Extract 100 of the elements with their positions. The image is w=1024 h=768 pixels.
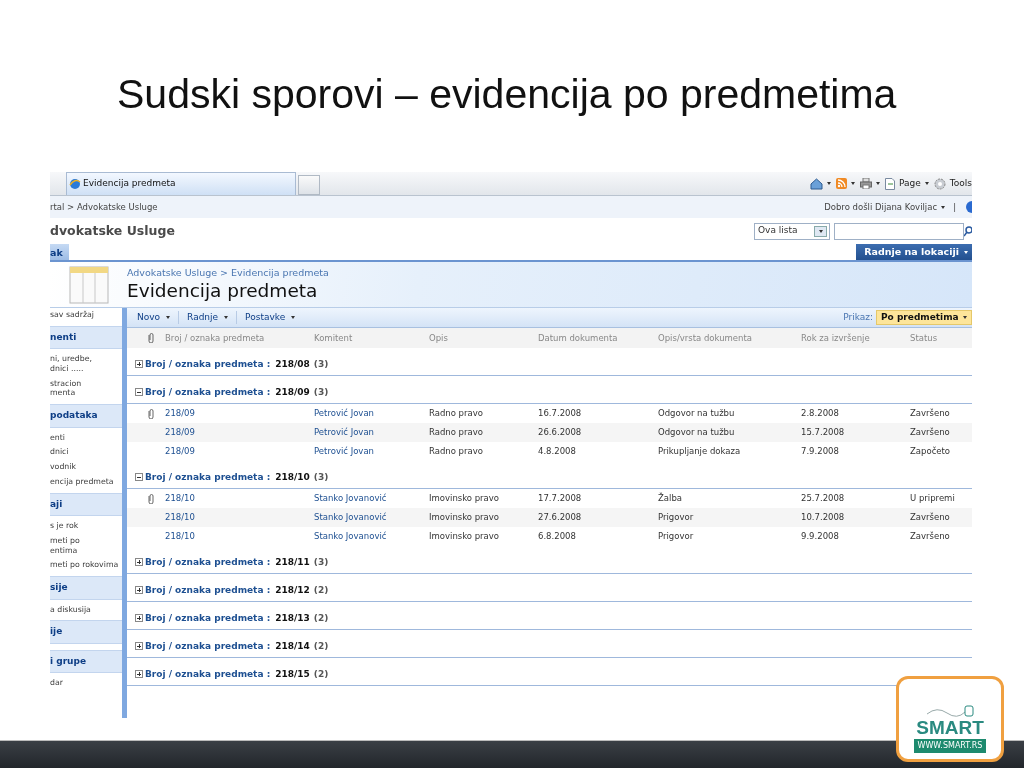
group-label[interactable]: Broj / oznaka predmeta : (145, 667, 271, 681)
table-link[interactable]: Petrović Jovan (314, 407, 429, 420)
table-link[interactable]: Petrović Jovan (314, 426, 429, 439)
collapse-icon[interactable] (135, 388, 143, 397)
site-title: dvokatske Usluge (50, 221, 175, 240)
nav-heading[interactable]: podataka (50, 404, 122, 428)
collapse-icon[interactable] (135, 473, 143, 482)
view-select[interactable]: Po predmetima (876, 310, 972, 325)
logo-url: WWW.SMART.RS (913, 739, 987, 753)
toolbar-menu[interactable]: Novo (137, 310, 180, 325)
search-field[interactable] (834, 222, 964, 240)
table-link[interactable]: 218/09 (165, 407, 314, 420)
group-value: 218/11 (275, 555, 310, 569)
expand-icon[interactable] (135, 670, 143, 679)
toolbar-label[interactable]: Page (899, 176, 921, 191)
table-cell-text: Radno pravo (429, 407, 484, 420)
view-label: Prikaz: (843, 310, 873, 324)
group-label[interactable]: Broj / oznaka predmeta : (145, 583, 271, 597)
group-label[interactable]: Broj / oznaka predmeta : (145, 555, 271, 569)
table-link[interactable]: Petrović Jovan (314, 445, 429, 458)
table-cell-text: Odgovor na tužbu (658, 426, 736, 439)
table-link[interactable]: 218/09 (165, 426, 314, 439)
caret-icon (166, 316, 171, 319)
table-cell-text: 2.8.2008 (801, 407, 840, 420)
table-link[interactable]: Stanko Jovanović (314, 530, 429, 543)
caret-icon (964, 250, 968, 254)
table-cell-text: 9.9.2008 (801, 530, 840, 543)
home-icon[interactable] (810, 177, 824, 190)
browser-tab[interactable]: Evidencija predmeta (66, 172, 296, 195)
caret-icon (818, 229, 823, 233)
table-link[interactable]: Stanko Jovanović (314, 511, 429, 524)
expand-icon[interactable] (135, 614, 143, 623)
expand-icon[interactable] (135, 360, 143, 369)
printer-icon[interactable] (860, 178, 873, 189)
caret-icon (963, 316, 967, 319)
page-icon[interactable] (885, 177, 896, 190)
table-cell-text: Imovinsko pravo (429, 492, 501, 505)
group-count: (3) (313, 357, 329, 371)
nav-heading[interactable]: i grupe (50, 649, 122, 674)
group-count: (3) (313, 555, 329, 569)
expand-icon[interactable] (135, 642, 143, 651)
search-icon[interactable] (964, 225, 972, 237)
group-label[interactable]: Broj / oznaka predmeta : (145, 470, 271, 484)
group-count: (2) (313, 667, 329, 681)
gear-icon[interactable] (933, 177, 946, 190)
group-label[interactable]: Broj / oznaka predmeta : (145, 639, 271, 653)
list-icon (68, 265, 109, 304)
table-cell-text: Završeno (910, 511, 951, 524)
table-cell-text: Završeno (910, 426, 951, 439)
table-cell-text: Radno pravo (429, 445, 484, 458)
site-actions-button[interactable]: Radnje na lokaciji (856, 244, 972, 260)
table-cell-text: Žalba (658, 492, 683, 505)
group-value: 218/10 (275, 470, 310, 484)
caret-icon (291, 316, 296, 319)
toolbar-label[interactable]: Tools (949, 176, 972, 191)
table-cell-text: Prigovor (658, 530, 695, 543)
toolbar-menu[interactable]: Radnje (187, 310, 238, 325)
group-count: (2) (313, 639, 329, 653)
table-cell-text: Imovinsko pravo (429, 530, 501, 543)
expand-icon[interactable] (135, 586, 143, 595)
group-label[interactable]: Broj / oznaka predmeta : (145, 357, 271, 371)
nav-heading[interactable]: aji (50, 492, 122, 517)
logo-name: SMART (916, 718, 984, 737)
group-value: 218/08 (275, 357, 310, 371)
scope-select[interactable]: Ova lista (754, 222, 830, 240)
nav-tab[interactable]: ak (50, 244, 69, 260)
welcome-menu[interactable]: Dobro došli Dijana Koviljac (824, 200, 938, 214)
nav-heading[interactable]: ije (50, 620, 122, 644)
table-cell-text: 10.7.2008 (801, 511, 846, 524)
table-cell-text: 27.6.2008 (538, 511, 583, 524)
page-breadcrumb: Advokatske Usluge > Evidencija predmeta (127, 266, 329, 280)
nav-heading[interactable]: sije (50, 576, 122, 600)
group-count: (2) (313, 583, 329, 597)
caret-icon (851, 182, 856, 185)
table-cell-text: 15.7.2008 (801, 426, 846, 439)
table-link[interactable]: 218/10 (165, 530, 314, 543)
table-link[interactable]: 218/10 (165, 511, 314, 524)
table-cell-text: Prikupljanje dokaza (658, 445, 742, 458)
separator: | (953, 200, 956, 214)
expand-icon[interactable] (135, 558, 143, 567)
table-link[interactable]: Stanko Jovanović (314, 492, 429, 505)
table-link[interactable]: 218/10 (165, 492, 314, 505)
toolbar-menu[interactable]: Postavke (245, 310, 304, 325)
table-cell-text: Radno pravo (429, 426, 484, 439)
group-label[interactable]: Broj / oznaka predmeta : (145, 385, 271, 399)
table-link[interactable]: 218/09 (165, 445, 314, 458)
table-cell-text: 17.7.2008 (538, 492, 583, 505)
group-label[interactable]: Broj / oznaka predmeta : (145, 611, 271, 625)
table-cell-text: 16.7.2008 (538, 407, 583, 420)
nav-heading[interactable]: nenti (50, 325, 122, 350)
caret-icon (924, 182, 929, 185)
table-cell-text: Završeno (910, 530, 951, 543)
group-value: 218/12 (275, 583, 310, 597)
table-cell-text: Imovinsko pravo (429, 511, 501, 524)
page-title: Evidencija predmeta (127, 280, 319, 303)
paperclip-icon (148, 333, 154, 344)
caret-icon (827, 182, 832, 185)
slide-title: Sudski sporovi – evidencija po predmetima (116, 70, 898, 119)
group-count: (3) (313, 470, 329, 484)
table-cell-text: Prigovor (658, 511, 695, 524)
